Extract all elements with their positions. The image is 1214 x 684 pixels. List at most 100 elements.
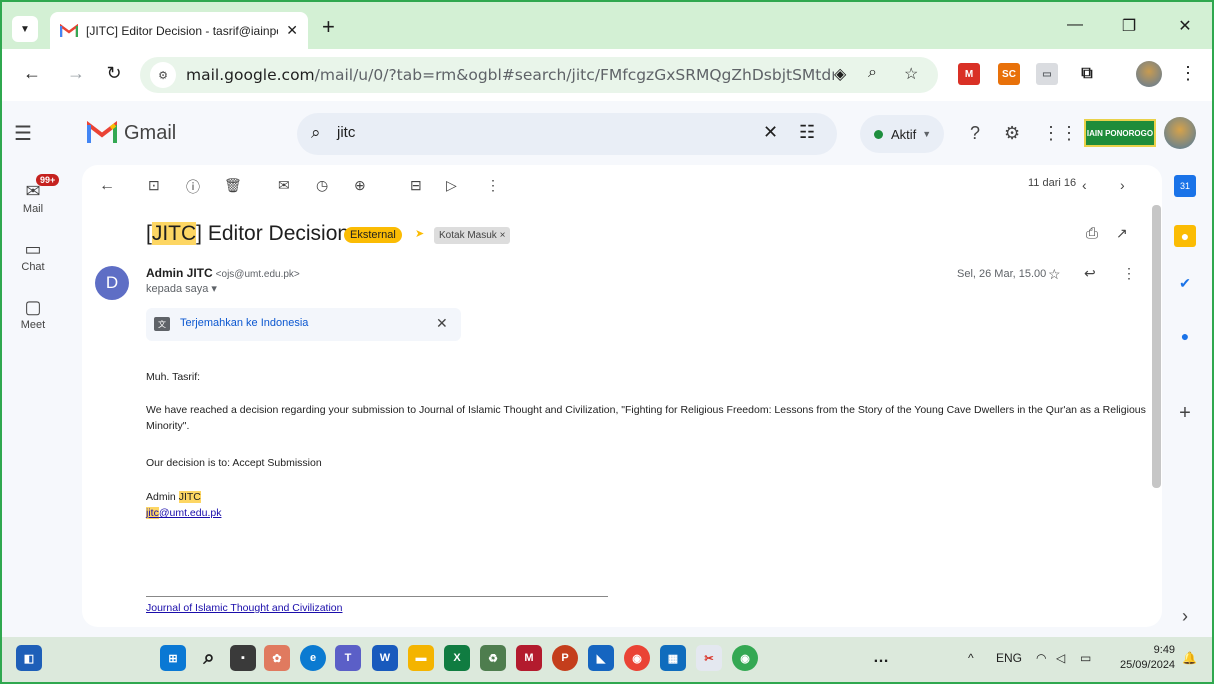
add-addon-icon[interactable]: + xyxy=(1174,402,1196,424)
chrome-profile-icon[interactable]: ◉ xyxy=(732,645,758,671)
move-to-icon[interactable]: ⊟ xyxy=(410,177,422,194)
gmail-logo-icon[interactable] xyxy=(86,120,118,145)
battery-icon[interactable]: ▭ xyxy=(1080,651,1091,665)
mark-unread-icon[interactable]: ✉ xyxy=(278,177,290,194)
recycle-app-icon[interactable]: ♻ xyxy=(480,645,506,671)
url-text: mail.google.com/mail/u/0/?tab=rm&ogbl#se… xyxy=(186,66,834,84)
address-bar[interactable]: ⚙ mail.google.com/mail/u/0/?tab=rm&ogbl#… xyxy=(140,57,938,93)
tasks-icon[interactable]: ✔ xyxy=(1174,272,1196,294)
clear-search-icon[interactable]: ✕ xyxy=(763,122,778,143)
profile-avatar[interactable] xyxy=(1136,61,1162,87)
help-icon[interactable]: ? xyxy=(970,123,980,144)
report-spam-icon[interactable]: ⓘ xyxy=(186,177,200,197)
browser-menu-icon[interactable]: ⋮ xyxy=(1176,63,1200,84)
edge-icon[interactable]: e xyxy=(300,645,326,671)
snipping-tool-icon[interactable]: ✂ xyxy=(696,645,722,671)
snooze-icon[interactable]: ◷ xyxy=(316,177,328,194)
important-marker-icon[interactable]: ➤ xyxy=(415,227,424,240)
account-avatar[interactable] xyxy=(1164,117,1196,149)
back-icon[interactable]: ← xyxy=(20,63,44,84)
more-apps-icon[interactable]: … xyxy=(868,645,894,671)
search-options-icon[interactable]: ☷ xyxy=(799,122,815,143)
reading-list-icon[interactable]: ▭ xyxy=(1036,63,1058,85)
mail-app-icon[interactable]: ▦ xyxy=(660,645,686,671)
wifi-icon[interactable]: ◠ xyxy=(1036,651,1046,665)
search-input[interactable]: jitc xyxy=(337,124,355,141)
back-to-list-icon[interactable]: ← xyxy=(99,177,115,195)
inbox-label[interactable]: Kotak Masuk × xyxy=(434,227,511,244)
star-icon[interactable]: ☆ xyxy=(1048,266,1061,283)
taskbar-search-icon[interactable]: ⌕ xyxy=(196,645,222,671)
journal-link[interactable]: Journal of Islamic Thought and Civilizat… xyxy=(146,600,1146,616)
tab-close-icon[interactable]: ✕ xyxy=(286,22,298,39)
widgets-icon[interactable]: ▪ xyxy=(230,645,256,671)
external-label[interactable]: Eksternal xyxy=(344,227,402,243)
reload-icon[interactable]: ↻ xyxy=(102,63,126,84)
close-translate-icon[interactable]: ✕ xyxy=(436,315,448,332)
settings-gear-icon[interactable]: ⚙ xyxy=(1004,123,1020,144)
word-icon[interactable]: W xyxy=(372,645,398,671)
more-actions-icon[interactable]: ⋮ xyxy=(486,177,500,194)
scrollbar-thumb[interactable] xyxy=(1152,205,1161,488)
sway-icon[interactable]: ◣ xyxy=(588,645,614,671)
sc-extension-icon[interactable]: SC xyxy=(998,63,1020,85)
rail-mail[interactable]: ✉ Mail xyxy=(2,181,64,215)
translate-bar: 文 Terjemahkan ke Indonesia ✕ xyxy=(146,308,461,341)
calendar-icon[interactable]: 31 xyxy=(1174,175,1196,197)
status-button[interactable]: Aktif ▼ xyxy=(860,115,944,153)
org-logo[interactable]: IAIN PONOROGO xyxy=(1084,119,1156,147)
new-tab-button[interactable]: + xyxy=(322,16,335,38)
sender-avatar[interactable]: D xyxy=(95,266,129,300)
message-more-icon[interactable]: ⋮ xyxy=(1122,265,1136,282)
language-indicator[interactable]: ENG xyxy=(996,651,1022,665)
translate-link[interactable]: Terjemahkan ke Indonesia xyxy=(180,317,308,329)
contacts-icon[interactable]: ● xyxy=(1174,325,1196,347)
search-icon[interactable]: ⌕ xyxy=(311,123,321,143)
add-task-icon[interactable]: ⊕ xyxy=(354,177,366,194)
forward-icon[interactable]: → xyxy=(64,63,88,84)
archive-icon[interactable]: ⊡ xyxy=(148,177,160,194)
main-menu-icon[interactable]: ☰ xyxy=(14,121,32,146)
mendeley-extension-icon[interactable]: M xyxy=(958,63,980,85)
newer-icon[interactable]: ‹ xyxy=(1082,177,1087,193)
start-windows-icon[interactable]: ⊞ xyxy=(160,645,186,671)
expand-panel-icon[interactable]: › xyxy=(1174,605,1196,627)
extensions-icon[interactable]: ⧉ xyxy=(1076,63,1098,85)
powerpoint-icon[interactable]: P xyxy=(552,645,578,671)
task-view-icon[interactable]: ◧ xyxy=(16,645,42,671)
browser-tab[interactable]: [JITC] Editor Decision - tasrif@iainpon … xyxy=(50,12,308,49)
file-explorer-icon[interactable]: ▬ xyxy=(408,645,434,671)
recipient-toggle[interactable]: kepada saya ▾ xyxy=(146,282,217,295)
sender-name[interactable]: Admin JITC <ojs@umt.edu.pk> xyxy=(146,266,300,280)
open-new-window-icon[interactable]: ↗ xyxy=(1116,225,1128,242)
lens-icon[interactable]: ◈ xyxy=(834,64,846,84)
teams-icon[interactable]: T xyxy=(335,645,361,671)
reply-icon[interactable]: ↩ xyxy=(1084,265,1096,282)
zoom-icon[interactable]: ⌕ xyxy=(868,64,877,82)
close-window-button[interactable]: ✕ xyxy=(1170,16,1200,36)
copilot-icon[interactable]: ✿ xyxy=(264,645,290,671)
minimize-button[interactable]: — xyxy=(1060,16,1090,34)
translate-icon: 文 xyxy=(154,317,170,331)
older-icon[interactable]: › xyxy=(1120,177,1125,193)
volume-icon[interactable]: ◁ xyxy=(1056,651,1065,665)
tray-chevron-icon[interactable]: ^ xyxy=(968,651,974,665)
print-icon[interactable]: ⎙ xyxy=(1086,225,1098,242)
excel-icon[interactable]: X xyxy=(444,645,470,671)
mail-search-bar[interactable]: ⌕ jitc ✕ ☷ xyxy=(297,113,837,155)
label-icon[interactable]: ▷ xyxy=(446,177,457,194)
signature-email[interactable]: jitc@umt.edu.pk xyxy=(146,505,1146,521)
mendeley-app-icon[interactable]: M xyxy=(516,645,542,671)
apps-grid-icon[interactable]: ⋮⋮ xyxy=(1042,123,1078,144)
notification-bell-icon[interactable]: 🔔 xyxy=(1182,651,1197,665)
site-info-icon[interactable]: ⚙ xyxy=(150,62,176,88)
clock[interactable]: 9:49 25/09/2024 xyxy=(1120,643,1175,673)
tab-search-button[interactable]: ▼ xyxy=(12,16,38,42)
chrome-icon[interactable]: ◉ xyxy=(624,645,650,671)
restore-button[interactable]: ❐ xyxy=(1114,16,1144,36)
bookmark-star-icon[interactable]: ☆ xyxy=(904,64,918,84)
rail-meet[interactable]: ▢ Meet xyxy=(2,297,64,331)
delete-icon[interactable]: 🗑 xyxy=(224,177,242,194)
rail-chat[interactable]: ▭ Chat xyxy=(2,239,64,273)
keep-icon[interactable]: ● xyxy=(1174,225,1196,247)
